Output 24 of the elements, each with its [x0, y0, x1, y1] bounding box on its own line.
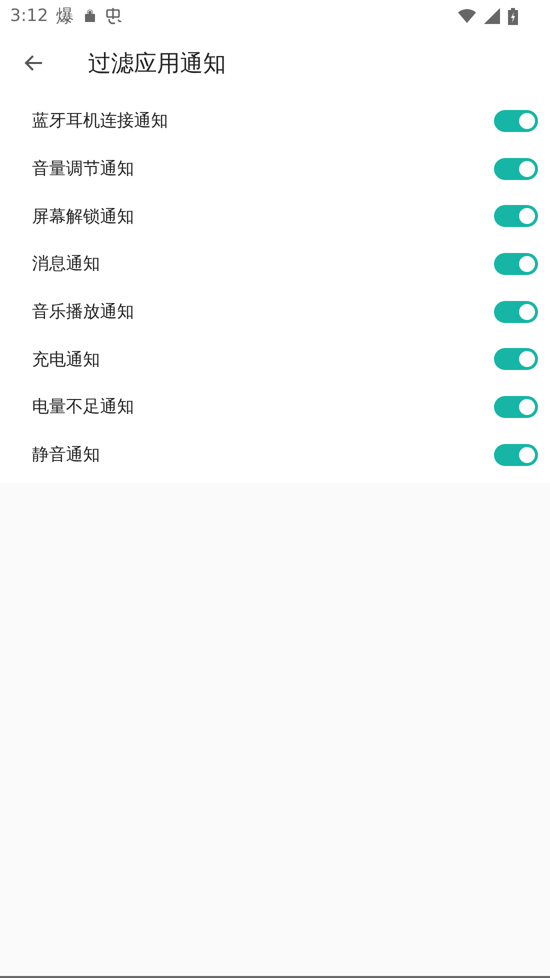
setting-label: 消息通知: [32, 253, 100, 276]
signal-icon: [484, 8, 500, 24]
battery-charging-icon: [508, 8, 518, 24]
status-time: 3:12: [10, 6, 48, 26]
setting-label: 屏幕解锁通知: [32, 206, 134, 228]
setting-label: 蓝牙耳机连接通知: [32, 110, 168, 132]
toggle-switch[interactable]: [494, 396, 538, 418]
toggle-switch[interactable]: [494, 252, 538, 275]
setting-label: 音乐播放通知: [32, 301, 134, 324]
toggle-switch[interactable]: [494, 444, 538, 466]
toggle-switch[interactable]: [494, 158, 538, 180]
setting-label: 电量不足通知: [32, 396, 134, 418]
notification-glyph: 爆: [56, 5, 74, 28]
wifi-icon: [458, 9, 476, 23]
setting-label: 音量调节通知: [32, 158, 134, 180]
screen-title: 过滤应用通知: [88, 50, 226, 78]
toggle-switch[interactable]: [494, 205, 538, 228]
lock-bag-icon: [84, 9, 96, 23]
setting-label: 充电通知: [32, 348, 100, 371]
bug-icon: [104, 7, 122, 25]
toggle-switch[interactable]: [494, 110, 538, 132]
toggle-switch[interactable]: [494, 300, 538, 323]
setting-label: 静音通知: [32, 444, 100, 466]
toggle-switch[interactable]: [494, 348, 538, 370]
